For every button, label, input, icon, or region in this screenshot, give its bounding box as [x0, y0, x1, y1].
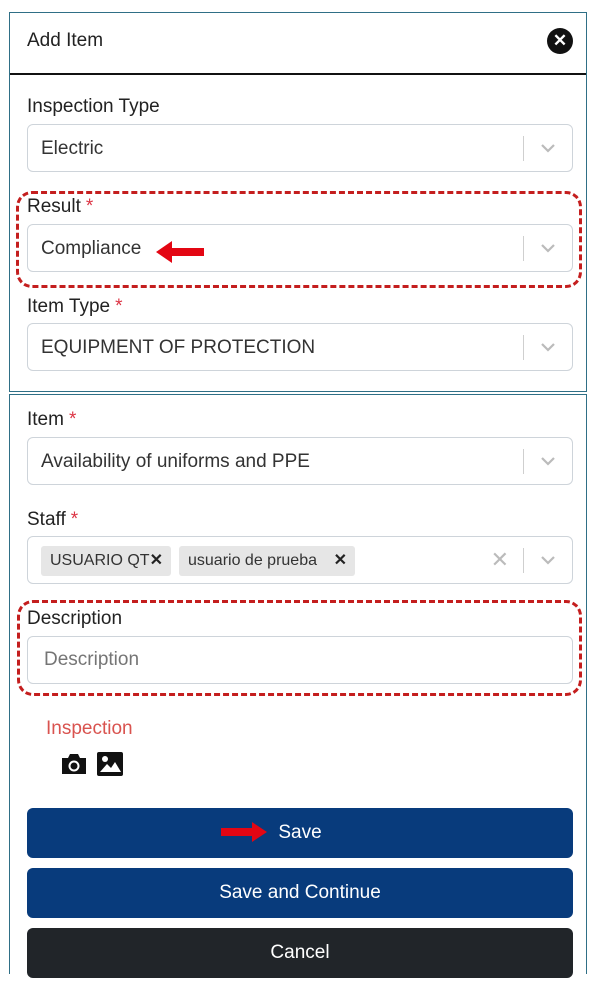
item-type-value: EQUIPMENT OF PROTECTION	[41, 337, 316, 358]
chevron-down-icon[interactable]	[538, 337, 558, 357]
select-separator	[523, 449, 524, 474]
remove-tag-icon[interactable]: ✕	[150, 546, 163, 576]
chevron-down-icon[interactable]	[538, 238, 558, 258]
required-marker: *	[115, 296, 123, 317]
inspection-type-label-text: Inspection Type	[27, 96, 160, 117]
result-label-text: Result	[27, 196, 81, 217]
select-separator	[523, 236, 524, 261]
cancel-button-label: Cancel	[270, 942, 330, 963]
modal-header: Add Item ✕	[10, 13, 586, 75]
staff-tag: USUARIO QT ✕	[41, 546, 171, 576]
staff-tag-label: USUARIO QT	[50, 552, 150, 569]
inspection-type-value: Electric	[41, 138, 104, 159]
item-type-select[interactable]: EQUIPMENT OF PROTECTION	[27, 323, 573, 371]
save-button-label: Save	[278, 822, 322, 843]
select-separator	[523, 548, 524, 573]
item-label-text: Item	[27, 409, 64, 430]
chevron-down-icon[interactable]	[538, 550, 558, 570]
result-label: Result *	[27, 196, 93, 218]
image-icon[interactable]	[96, 751, 124, 777]
select-separator	[523, 335, 524, 360]
description-label-text: Description	[27, 608, 123, 629]
item-label: Item *	[27, 409, 76, 431]
inspection-type-select[interactable]: Electric	[27, 124, 573, 172]
clear-icon[interactable]: ✕	[491, 548, 509, 572]
item-type-label: Item Type *	[27, 296, 123, 318]
modal-top-panel: Add Item ✕ Inspection Type Electric Resu…	[9, 12, 587, 392]
item-type-label-text: Item Type	[27, 296, 111, 317]
red-arrow-left-icon	[156, 241, 204, 263]
staff-multiselect[interactable]: USUARIO QT ✕ usuario de prueba ✕ ✕	[27, 536, 573, 584]
description-input[interactable]	[27, 636, 573, 684]
description-label: Description	[27, 608, 122, 630]
staff-label-text: Staff	[27, 509, 66, 530]
cancel-button[interactable]: Cancel	[27, 928, 573, 978]
select-separator	[523, 136, 524, 161]
required-marker: *	[68, 409, 77, 430]
result-select[interactable]: Compliance	[27, 224, 573, 272]
staff-tag: usuario de prueba ✕	[179, 546, 355, 576]
save-and-continue-button[interactable]: Save and Continue	[27, 868, 573, 918]
close-icon[interactable]: ✕	[547, 28, 573, 54]
item-select[interactable]: Availability of uniforms and PPE	[27, 437, 573, 485]
chevron-down-icon[interactable]	[538, 451, 558, 471]
item-value: Availability of uniforms and PPE	[41, 451, 310, 472]
staff-tag-label: usuario de prueba	[188, 552, 317, 569]
staff-label: Staff *	[27, 509, 78, 531]
inspection-label: Inspection	[46, 718, 133, 739]
required-marker: *	[70, 509, 79, 530]
modal-bottom-panel: Item * Availability of uniforms and PPE S…	[9, 394, 587, 978]
modal-title: Add Item	[27, 30, 104, 51]
save-button[interactable]: Save	[27, 808, 573, 858]
red-arrow-right-icon	[221, 822, 267, 842]
inspection-type-label: Inspection Type	[27, 96, 160, 118]
remove-tag-icon[interactable]: ✕	[334, 546, 347, 576]
required-marker: *	[85, 196, 94, 217]
result-value: Compliance	[41, 238, 142, 259]
camera-icon[interactable]	[60, 751, 88, 777]
chevron-down-icon[interactable]	[538, 138, 558, 158]
save-and-continue-label: Save and Continue	[219, 882, 381, 903]
